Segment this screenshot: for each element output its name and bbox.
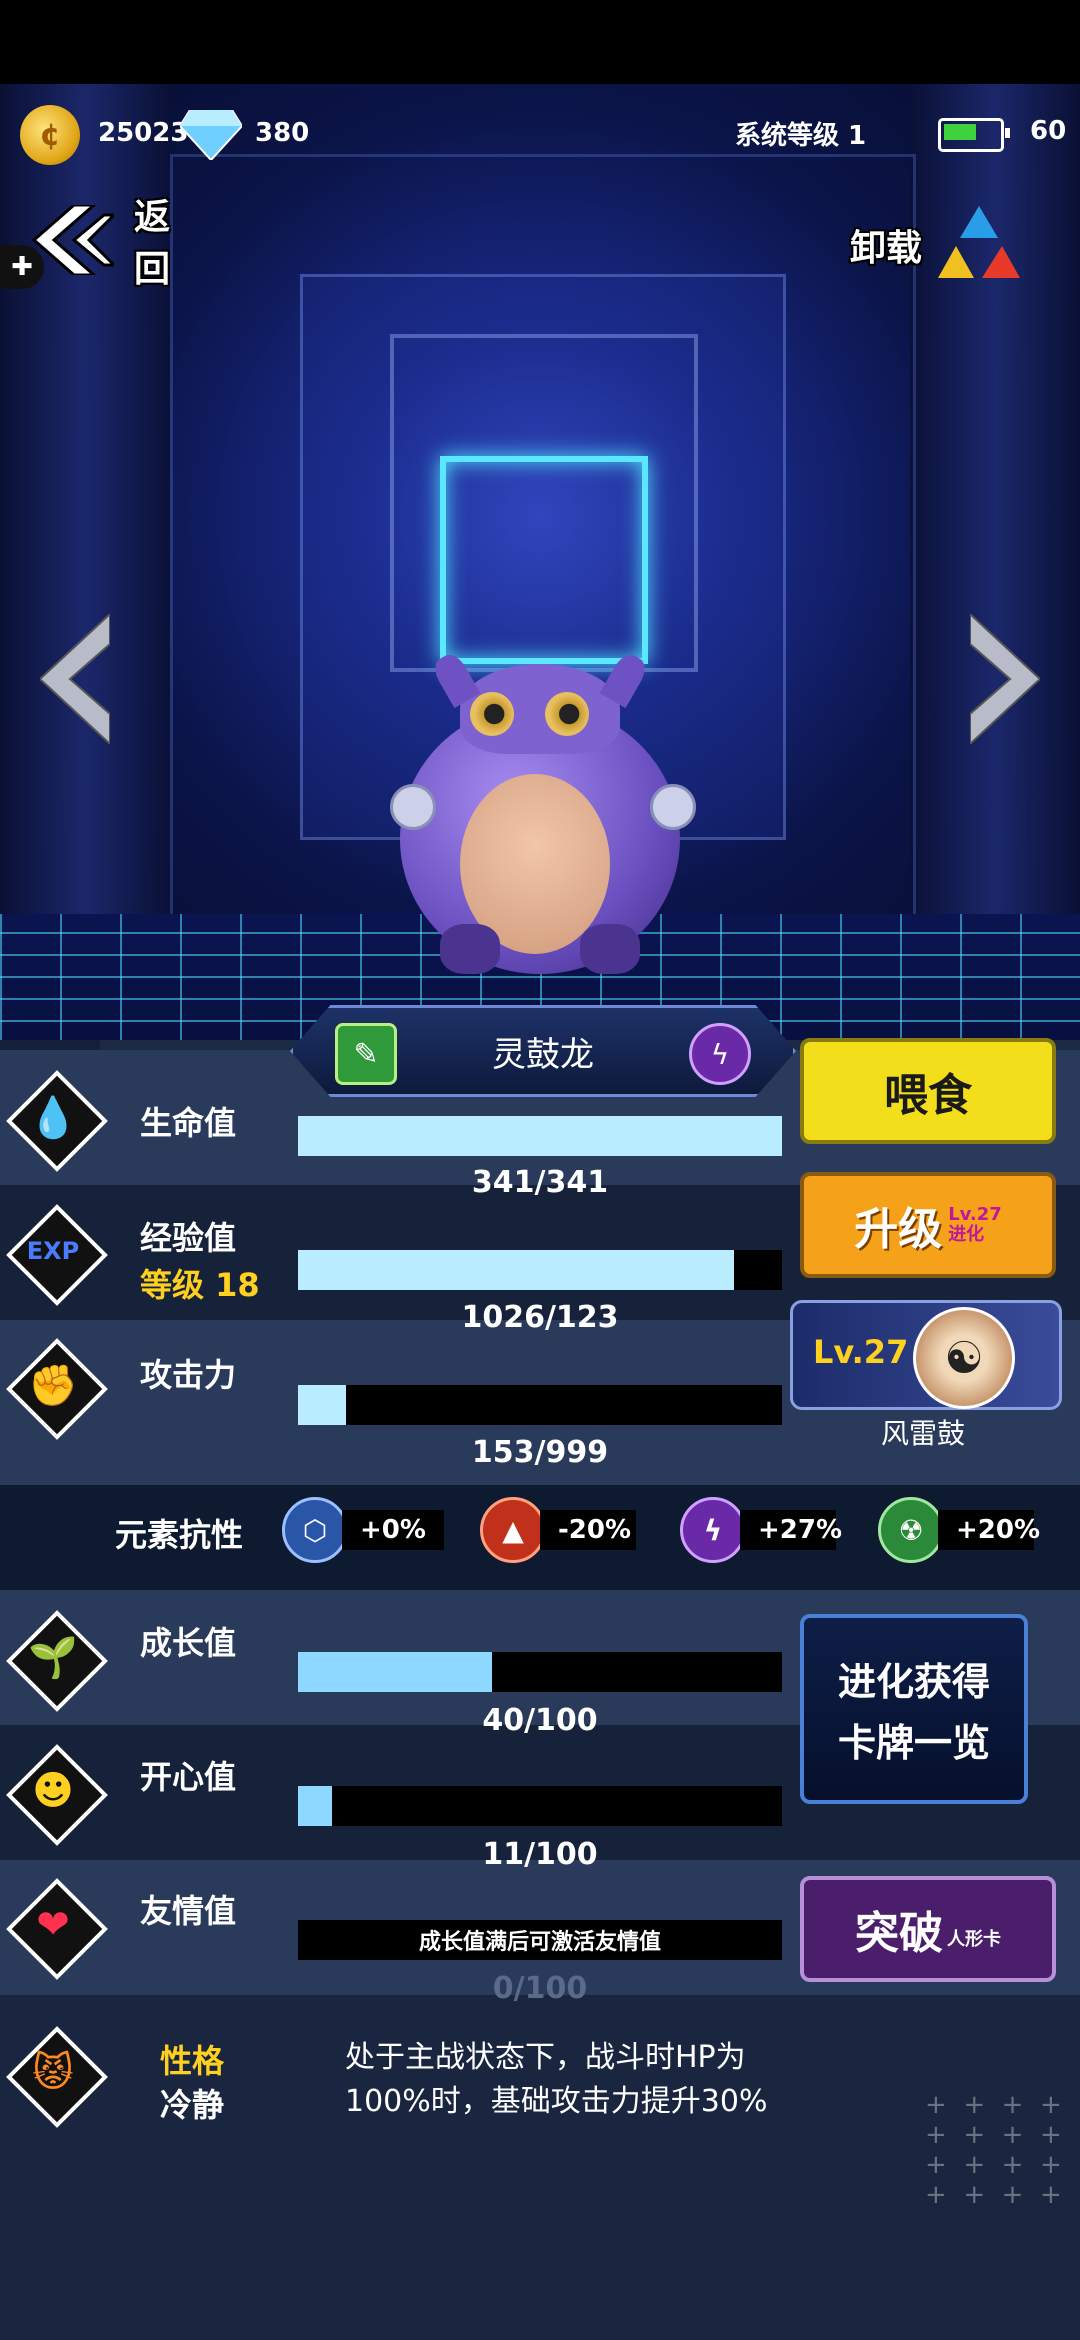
decorative-plus-grid: + + + + + + + + + + + + + + + +: [925, 2090, 1062, 2210]
growth-bar: [298, 1652, 782, 1692]
breakthrough-label: 突破: [855, 1908, 943, 1959]
prev-pet-arrow[interactable]: [38, 611, 111, 747]
evolution-cards-button[interactable]: 进化获得 卡牌一览: [800, 1614, 1028, 1804]
upgrade-button[interactable]: 升级 Lv.27 进化: [800, 1172, 1056, 1278]
upgrade-tag-evolve: 进化: [948, 1224, 985, 1245]
skill-name: 风雷鼓: [880, 1417, 965, 1450]
feed-button[interactable]: 喂食: [800, 1038, 1056, 1144]
happy-label: 开心值: [140, 1758, 237, 1796]
personality-description: 处于主战状态下，战斗时HP为100%时，基础攻击力提升30%: [345, 2040, 768, 2119]
personality-value: 冷静: [160, 2086, 225, 2124]
pet-level: 等级 18: [140, 1266, 260, 1304]
battery-icon: [938, 118, 1010, 152]
happy-icon: ☻: [6, 1744, 108, 1846]
personality-label: 性格: [160, 2042, 225, 2080]
hp-label: 生命值: [140, 1104, 237, 1142]
exp-label: 经验值: [140, 1219, 237, 1257]
recycle-icon: [936, 202, 1022, 288]
coin-count: 25023: [98, 118, 189, 148]
attack-icon: ✊: [6, 1338, 108, 1440]
pet-name: 灵鼓龙: [492, 1034, 594, 1075]
exp-value: 1026/123: [461, 1300, 619, 1335]
friendship-bar: 成长值满后可激活友情值: [298, 1920, 782, 1960]
feed-label: 喂食: [884, 1070, 972, 1121]
unload-label: 卸载: [850, 228, 923, 269]
growth-value: 40/100: [482, 1703, 598, 1738]
unload-button[interactable]: 卸载: [850, 200, 1040, 290]
exp-bar: [298, 1250, 782, 1290]
gem-count: 380: [255, 118, 310, 148]
personality-icon: 😾: [6, 2026, 108, 2128]
fire-icon: ▲: [480, 1497, 546, 1563]
toxic-icon: ☢: [878, 1497, 944, 1563]
attack-value: 153/999: [471, 1435, 609, 1470]
thunder-element-icon: ϟ: [689, 1023, 751, 1085]
pencil-icon: ✎: [353, 1036, 379, 1072]
exp-icon: EXP: [6, 1204, 108, 1306]
growth-label: 成长值: [140, 1624, 237, 1662]
evolution-cards-label-2: 卡牌一览: [837, 1721, 990, 1765]
breakthrough-tag: 人形卡: [947, 1929, 1001, 1950]
resistance-toxic: ☢ +20%: [878, 1497, 1040, 1563]
puzzle-icon[interactable]: ✚: [0, 245, 44, 289]
status-bar: [0, 0, 1080, 84]
friendship-value: 0/100: [492, 1971, 588, 2006]
skill-level: Lv.27: [813, 1333, 909, 1371]
pet-name-bar: ✎ 灵鼓龙 ϟ: [290, 1005, 796, 1097]
resistance-thunder: ϟ +27%: [680, 1497, 842, 1563]
system-level: 系统等级 1: [735, 121, 867, 151]
drum-icon: ☯: [913, 1307, 1015, 1409]
friendship-icon: ❤: [6, 1878, 108, 1980]
happy-bar: [298, 1786, 782, 1826]
resistance-hex: ⬡ +0%: [282, 1497, 444, 1563]
battery-level: 60: [1030, 116, 1067, 146]
upgrade-label: 升级: [854, 1204, 943, 1255]
coin-icon: ¢: [20, 105, 80, 165]
rename-button[interactable]: ✎: [335, 1023, 397, 1085]
evolution-cards-label-1: 进化获得: [837, 1660, 990, 1704]
diamond-icon: [178, 109, 244, 162]
hp-icon: 💧: [6, 1070, 108, 1172]
hex-icon: ⬡: [282, 1497, 348, 1563]
breakthrough-button[interactable]: 突破 人形卡: [800, 1876, 1056, 1982]
next-pet-arrow[interactable]: [969, 611, 1042, 747]
back-label: 返回: [134, 197, 171, 290]
pet-creature[interactable]: [390, 649, 696, 994]
attack-bar: [298, 1385, 782, 1425]
thunder-icon: ϟ: [680, 1497, 746, 1563]
neon-portal: [440, 456, 648, 664]
upgrade-tag-level: Lv.27: [948, 1204, 1002, 1225]
hp-value: 341/341: [471, 1165, 609, 1200]
hp-bar: [298, 1116, 782, 1156]
happy-value: 11/100: [482, 1837, 598, 1872]
friendship-label: 友情值: [140, 1892, 237, 1930]
attack-label: 攻击力: [140, 1356, 237, 1394]
growth-icon: 🌱: [6, 1610, 108, 1712]
resistance-fire: ▲ -20%: [480, 1497, 636, 1563]
skill-card-button[interactable]: Lv.27 ☯: [790, 1300, 1062, 1410]
resistance-label: 元素抗性: [115, 1516, 244, 1554]
